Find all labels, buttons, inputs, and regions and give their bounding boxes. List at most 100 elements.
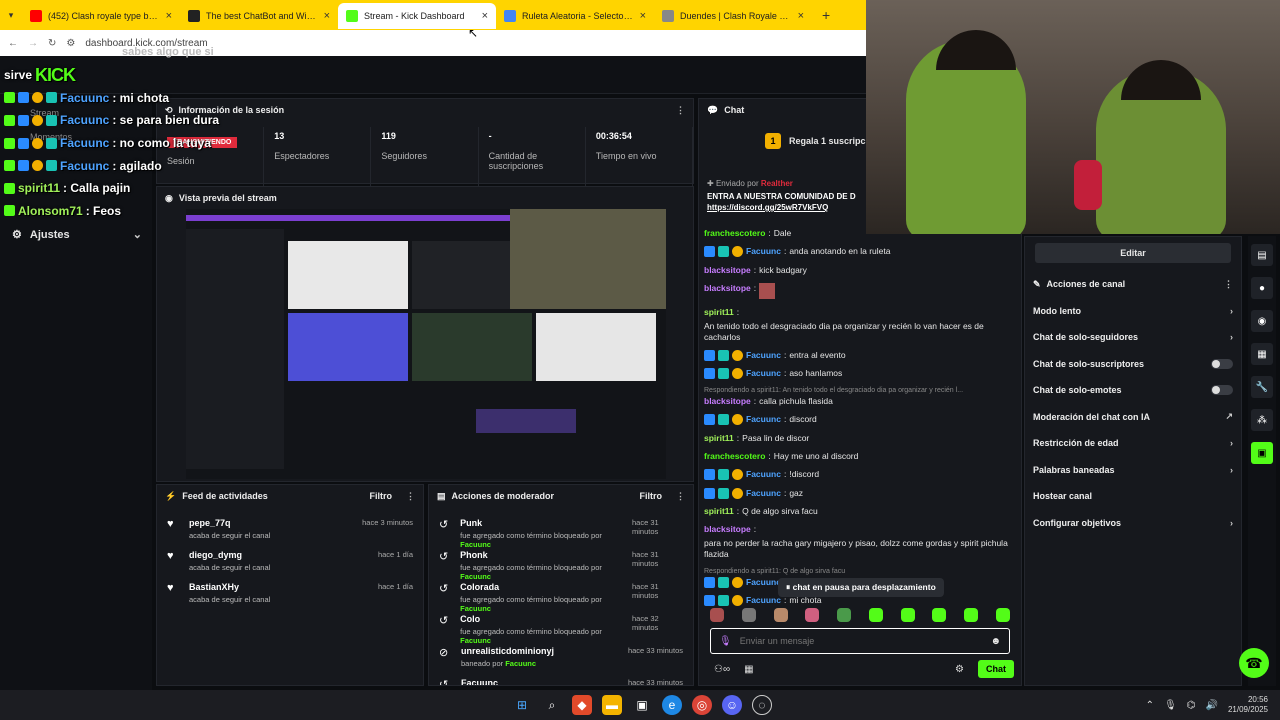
mic-icon[interactable]: 🎙 bbox=[1164, 700, 1177, 711]
more-options-icon[interactable]: ⋮ bbox=[676, 491, 685, 502]
apps-icon[interactable]: ▣ bbox=[1251, 442, 1273, 464]
broadcast-icon[interactable]: ◉ bbox=[1251, 310, 1273, 332]
undo-icon[interactable]: ↺ bbox=[439, 614, 450, 627]
tab-list-chevron-icon[interactable]: ▾ bbox=[0, 10, 22, 21]
emote-icon[interactable] bbox=[995, 608, 1010, 622]
chat-username[interactable]: spirit11 bbox=[704, 433, 734, 444]
mod-item-by[interactable]: Facuunc bbox=[460, 636, 491, 645]
chat-message[interactable]: Facuunc: anda anotando en la ruleta bbox=[704, 246, 1016, 258]
users-icon[interactable]: ⚇∞ bbox=[714, 664, 730, 675]
wrench-icon[interactable]: 🔧 bbox=[1251, 376, 1273, 398]
list-item[interactable]: ♥ diego_dymg acaba de seguir el canal hace … bbox=[157, 545, 423, 577]
chat-username[interactable]: blacksitope bbox=[704, 396, 751, 407]
send-chat-button[interactable]: Chat bbox=[978, 660, 1014, 678]
channel-action-item[interactable]: Chat de solo-suscriptores bbox=[1025, 351, 1241, 378]
emote-icon[interactable] bbox=[741, 608, 756, 622]
store-icon[interactable]: ▦ bbox=[744, 664, 753, 675]
chat-username[interactable]: Facuunc bbox=[746, 469, 781, 480]
browser-tab[interactable]: The best ChatBot and Widgets × bbox=[180, 3, 338, 29]
emoji-icon[interactable]: ☻ bbox=[990, 636, 1001, 647]
stream-preview-video[interactable] bbox=[186, 209, 666, 479]
channel-action-item[interactable]: Chat de solo-emotes bbox=[1025, 377, 1241, 404]
clock[interactable]: 20:56 21/09/2025 bbox=[1228, 695, 1268, 715]
reload-icon[interactable]: ↻ bbox=[48, 38, 56, 49]
chat-username[interactable]: Facuunc bbox=[746, 246, 781, 257]
emote-icon[interactable] bbox=[837, 608, 852, 622]
search-icon[interactable]: ⌕ bbox=[542, 695, 562, 715]
close-tab-icon[interactable]: × bbox=[798, 10, 804, 22]
chat-username[interactable]: Facuunc bbox=[746, 350, 781, 361]
more-options-icon[interactable]: ⋮ bbox=[1224, 279, 1233, 290]
chat-username[interactable]: spirit11 bbox=[704, 307, 734, 318]
channel-action-item[interactable]: Modo lento › bbox=[1025, 298, 1241, 325]
chat-username[interactable]: Facuunc bbox=[746, 577, 781, 588]
chat-username[interactable]: spirit11 bbox=[704, 506, 734, 517]
chat-username[interactable]: franchescotero bbox=[704, 228, 765, 239]
chat-message[interactable]: Facuunc: entra al evento bbox=[704, 349, 1016, 361]
browser-tab[interactable]: (452) Clash royale type beat - "I × bbox=[22, 3, 180, 29]
chat-username[interactable]: franchescotero bbox=[704, 451, 765, 462]
ban-icon[interactable]: ⊘ bbox=[439, 646, 451, 659]
list-item[interactable]: ♥ BastianXHy acaba de seguir el canal hace … bbox=[157, 577, 423, 609]
sidebar-item-ajustes[interactable]: ⚙ Ajustes ⌄ bbox=[12, 228, 142, 242]
list-item[interactable]: ↺ Punk fue agregado como término bloqueado… bbox=[429, 513, 693, 549]
list-item[interactable]: ↺ Facuunc hace 33 minutos bbox=[429, 673, 693, 685]
toggle-switch[interactable] bbox=[1211, 385, 1233, 396]
folder-icon[interactable]: ▬ bbox=[602, 695, 622, 715]
chat-message[interactable]: blacksitope: para no perder la racha gary… bbox=[704, 524, 1016, 560]
channel-action-item[interactable]: Chat de solo-seguidores › bbox=[1025, 324, 1241, 351]
emote-icon[interactable] bbox=[932, 608, 947, 622]
undo-icon[interactable]: ↺ bbox=[439, 678, 451, 685]
mod-item-by[interactable]: Facuunc bbox=[460, 540, 491, 549]
note-icon[interactable]: ▤ bbox=[1251, 244, 1273, 266]
gift-sub-banner[interactable]: 1 Regala 1 suscripción bbox=[765, 133, 879, 149]
chat-username[interactable]: Facuunc bbox=[746, 595, 781, 606]
chevron-up-icon[interactable]: ⌃ bbox=[1146, 700, 1154, 711]
toggle-switch[interactable] bbox=[1211, 358, 1233, 369]
emote-icon[interactable] bbox=[868, 608, 883, 622]
list-item[interactable]: ↺ Colo fue agregado como término bloqueado… bbox=[429, 609, 693, 645]
feed-username[interactable]: BastianXHy bbox=[189, 582, 270, 592]
undo-icon[interactable]: ↺ bbox=[439, 518, 450, 531]
list-item[interactable]: ↺ Colorada fue agregado como término bloqu… bbox=[429, 577, 693, 613]
wifi-icon[interactable]: ⌬ bbox=[1187, 700, 1196, 711]
mod-item-by[interactable]: Facuunc bbox=[460, 604, 491, 613]
undo-icon[interactable]: ↺ bbox=[439, 550, 450, 563]
chat-reply-context[interactable]: Respondiendo a spirit11: Q de algo sirva… bbox=[704, 568, 1016, 575]
emote-icon[interactable] bbox=[900, 608, 915, 622]
more-options-icon[interactable]: ⋮ bbox=[676, 105, 685, 116]
feed-filter-button[interactable]: Filtro bbox=[370, 491, 393, 501]
chat-message-input[interactable] bbox=[739, 636, 983, 646]
channel-action-item[interactable]: Restricción de edad › bbox=[1025, 430, 1241, 457]
emote-icon[interactable] bbox=[710, 608, 724, 622]
new-tab-button[interactable]: + bbox=[822, 7, 830, 23]
chat-username[interactable]: Facuunc bbox=[746, 414, 781, 425]
chat-username[interactable]: blacksitope bbox=[704, 524, 751, 535]
edge-icon[interactable]: e bbox=[662, 695, 682, 715]
mod-item-by[interactable]: Facuunc bbox=[505, 659, 536, 668]
list-item[interactable]: ♥ pepe_77q acaba de seguir el canal hace 3 … bbox=[157, 513, 423, 545]
app-icon[interactable]: ◆ bbox=[572, 695, 592, 715]
pinned-user[interactable]: Realther bbox=[761, 179, 793, 188]
chat-message[interactable]: Facuunc: gaz bbox=[704, 487, 1016, 499]
site-info-icon[interactable]: ⚙ bbox=[66, 38, 75, 49]
chat-username[interactable]: Facuunc bbox=[746, 368, 781, 379]
chat-paused-pill[interactable]: ⏸ chat en pausa para desplazamiento bbox=[778, 578, 944, 597]
chat-message[interactable]: Facuunc: !discord bbox=[704, 469, 1016, 481]
chat-message[interactable]: Facuunc: discord bbox=[704, 414, 1016, 426]
obs-icon[interactable]: ◌ bbox=[752, 695, 772, 715]
undo-icon[interactable]: ↺ bbox=[439, 582, 450, 595]
discord-icon[interactable]: ☺ bbox=[722, 695, 742, 715]
list-item[interactable]: ⊘ unrealisticdominionyj baneado por Facuun… bbox=[429, 641, 693, 673]
mod-item-by[interactable]: Facuunc bbox=[460, 572, 491, 581]
volume-icon[interactable]: 🔊 bbox=[1206, 700, 1218, 711]
feed-username[interactable]: diego_dymg bbox=[189, 550, 270, 560]
close-tab-icon[interactable]: × bbox=[166, 10, 172, 22]
emote-icon[interactable] bbox=[964, 608, 979, 622]
chrome-icon[interactable]: ◎ bbox=[692, 695, 712, 715]
support-icon[interactable]: ☎ bbox=[1239, 648, 1269, 678]
emote-icon[interactable] bbox=[805, 608, 820, 622]
list-item[interactable]: ↺ Phonk fue agregado como término bloquead… bbox=[429, 545, 693, 581]
channel-action-item[interactable]: Hostear canal bbox=[1025, 483, 1241, 510]
chat-username[interactable]: blacksitope bbox=[704, 283, 751, 294]
